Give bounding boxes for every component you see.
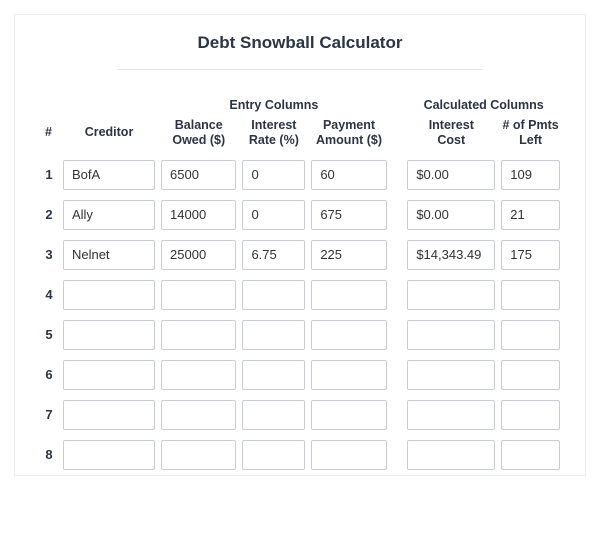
creditor-input[interactable]	[63, 320, 155, 350]
payment-input[interactable]	[311, 400, 386, 430]
header-payment: PaymentAmount ($)	[308, 116, 389, 155]
header-intcost: InterestCost	[404, 116, 498, 155]
balance-input[interactable]	[161, 360, 236, 390]
row-number: 5	[37, 315, 60, 355]
payment-input[interactable]	[311, 320, 386, 350]
payment-input[interactable]	[311, 440, 386, 470]
rate-input[interactable]	[242, 200, 305, 230]
payment-input[interactable]	[311, 160, 386, 190]
interest-cost	[407, 320, 495, 350]
header-balance: BalanceOwed ($)	[158, 116, 239, 155]
page-title: Debt Snowball Calculator	[37, 25, 563, 69]
header-group-entry: Entry Columns	[158, 96, 390, 116]
divider	[117, 69, 483, 70]
table-row: 2 $0.0021	[37, 195, 563, 235]
rate-input[interactable]	[242, 280, 305, 310]
pmts-left	[501, 400, 560, 430]
interest-cost	[407, 280, 495, 310]
payment-input[interactable]	[311, 240, 386, 270]
creditor-input[interactable]	[63, 160, 155, 190]
table-row: 1 $0.00109	[37, 155, 563, 195]
header-rate: InterestRate (%)	[239, 116, 308, 155]
creditor-input[interactable]	[63, 200, 155, 230]
creditor-input[interactable]	[63, 280, 155, 310]
table-row: 8	[37, 435, 563, 475]
creditor-input[interactable]	[63, 240, 155, 270]
pmts-left: 109	[501, 160, 560, 190]
table-row: 5	[37, 315, 563, 355]
creditor-input[interactable]	[63, 360, 155, 390]
balance-input[interactable]	[161, 160, 236, 190]
pmts-left: 21	[501, 200, 560, 230]
balance-input[interactable]	[161, 200, 236, 230]
rate-input[interactable]	[242, 360, 305, 390]
row-number: 3	[37, 235, 60, 275]
header-creditor: Creditor	[60, 116, 158, 155]
pmts-left	[501, 320, 560, 350]
calculator-card: Debt Snowball Calculator Entry Columns C…	[14, 14, 586, 476]
row-number: 1	[37, 155, 60, 195]
interest-cost: $0.00	[407, 160, 495, 190]
rate-input[interactable]	[242, 440, 305, 470]
header-group-calc: Calculated Columns	[404, 96, 563, 116]
balance-input[interactable]	[161, 400, 236, 430]
rate-input[interactable]	[242, 240, 305, 270]
row-number: 7	[37, 395, 60, 435]
row-number: 6	[37, 355, 60, 395]
interest-cost: $14,343.49	[407, 240, 495, 270]
header-pmts: # of PmtsLeft	[498, 116, 563, 155]
row-number: 8	[37, 435, 60, 475]
row-number: 2	[37, 195, 60, 235]
table-row: 7	[37, 395, 563, 435]
payment-input[interactable]	[311, 200, 386, 230]
creditor-input[interactable]	[63, 440, 155, 470]
interest-cost	[407, 400, 495, 430]
debt-table: Entry Columns Calculated Columns # Credi…	[37, 96, 563, 475]
pmts-left	[501, 360, 560, 390]
payment-input[interactable]	[311, 360, 386, 390]
pmts-left	[501, 280, 560, 310]
balance-input[interactable]	[161, 320, 236, 350]
table-row: 4	[37, 275, 563, 315]
pmts-left: 175	[501, 240, 560, 270]
balance-input[interactable]	[161, 240, 236, 270]
rate-input[interactable]	[242, 160, 305, 190]
rate-input[interactable]	[242, 320, 305, 350]
pmts-left	[501, 440, 560, 470]
creditor-input[interactable]	[63, 400, 155, 430]
payment-input[interactable]	[311, 280, 386, 310]
balance-input[interactable]	[161, 440, 236, 470]
rate-input[interactable]	[242, 400, 305, 430]
interest-cost	[407, 440, 495, 470]
interest-cost	[407, 360, 495, 390]
interest-cost: $0.00	[407, 200, 495, 230]
table-row: 3 $14,343.49175	[37, 235, 563, 275]
row-number: 4	[37, 275, 60, 315]
header-num: #	[37, 116, 60, 155]
balance-input[interactable]	[161, 280, 236, 310]
table-row: 6	[37, 355, 563, 395]
